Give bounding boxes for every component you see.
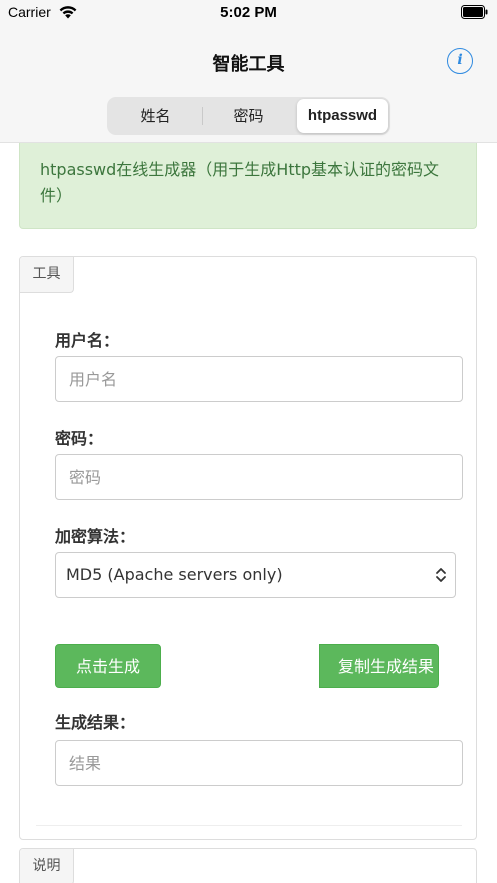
copy-result-button[interactable]: 复制生成结果 bbox=[319, 644, 439, 688]
tab-htpasswd[interactable]: htpasswd bbox=[297, 99, 388, 133]
overlay-cover bbox=[162, 687, 318, 707]
generate-button[interactable]: 点击生成 bbox=[55, 644, 161, 688]
result-label: 生成结果： bbox=[55, 713, 136, 732]
info-alert: htpasswd在线生成器（用于生成Http基本认证的密码文件） bbox=[19, 143, 477, 229]
tab-name[interactable]: 姓名 bbox=[109, 99, 202, 133]
username-label: 用户名： bbox=[55, 331, 120, 350]
tool-panel: 工具 用户名： 密码： 加密算法： MD5 (Apache servers on… bbox=[19, 256, 477, 840]
page-title: 智能工具 bbox=[212, 54, 285, 75]
tab-password[interactable]: 密码 bbox=[202, 99, 295, 133]
algorithm-label: 加密算法： bbox=[55, 527, 136, 546]
username-input[interactable] bbox=[55, 356, 463, 402]
password-input[interactable] bbox=[55, 454, 463, 500]
segmented-control: 姓名 密码 htpasswd bbox=[107, 97, 390, 135]
status-bar: Carrier 5:02 PM bbox=[0, 0, 497, 28]
top-bar: Carrier 5:02 PM 智能工具 i 姓名 密码 htpasswd bbox=[0, 0, 497, 143]
panel-legend: 工具 bbox=[20, 257, 74, 293]
info-panel-legend: 说明 bbox=[20, 849, 74, 883]
algorithm-select[interactable]: MD5 (Apache servers only) bbox=[55, 552, 456, 598]
password-label: 密码： bbox=[55, 429, 104, 448]
battery-icon bbox=[461, 5, 488, 19]
info-panel: 说明 bbox=[19, 848, 477, 883]
algorithm-selected-value: MD5 (Apache servers only) bbox=[66, 565, 283, 584]
info-icon[interactable]: i bbox=[447, 48, 473, 74]
panel-divider bbox=[36, 825, 462, 826]
chevron-updown-icon bbox=[436, 568, 446, 582]
clock: 5:02 PM bbox=[220, 4, 277, 21]
result-field[interactable] bbox=[55, 740, 463, 786]
